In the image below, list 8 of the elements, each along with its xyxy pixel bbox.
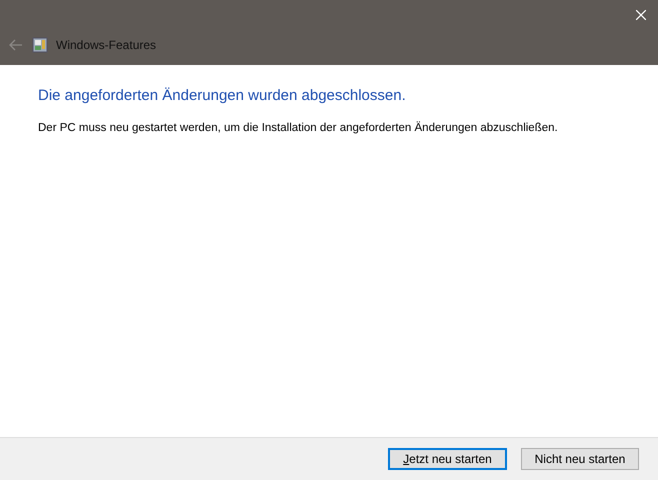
close-icon: [636, 10, 646, 20]
heading: Die angeforderten Änderungen wurden abgeschlossen.: [38, 87, 407, 104]
restart-option-button[interactable]: Nicht neu starten: [521, 448, 639, 470]
window-app-icon: [32, 37, 48, 53]
restart-option-button[interactable]: Jetzt neu starten: [388, 448, 507, 470]
back-arrow-icon: [9, 39, 23, 51]
message-text: Der PC muss neu gestartet werden, um die Installation der angeforderten Änderungen abzuschließen.: [38, 122, 559, 134]
window-title: Windows-Features: [56, 38, 156, 52]
